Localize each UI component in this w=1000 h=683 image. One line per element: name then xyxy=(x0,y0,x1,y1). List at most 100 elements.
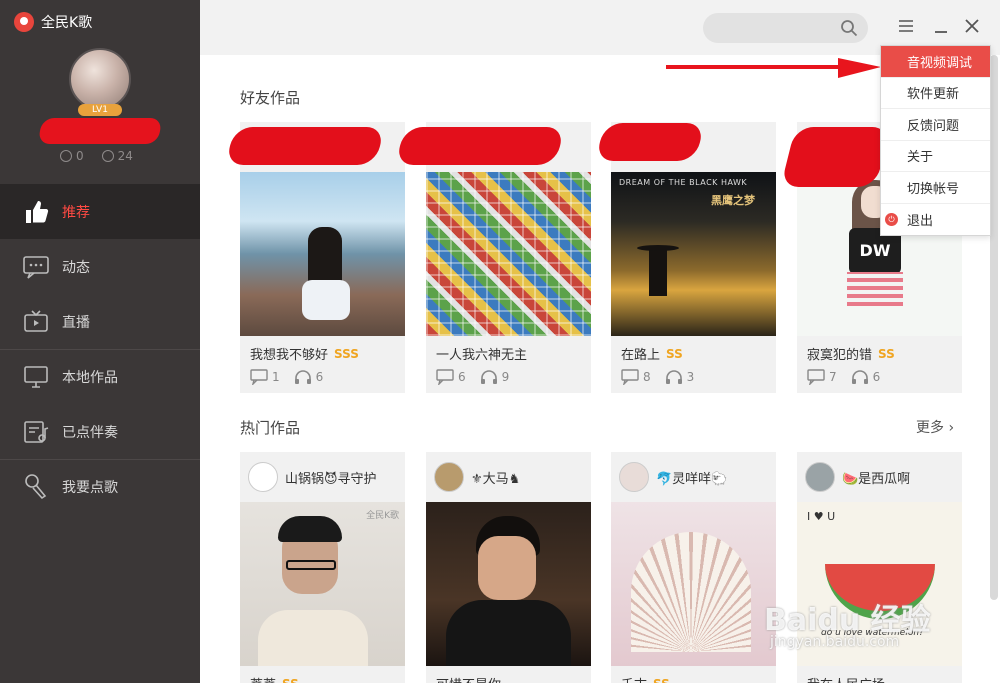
cover-image[interactable]: DREAM OF THE BLACK HAWK 黑鹰之梦 xyxy=(611,172,776,336)
card-header[interactable]: 🐬灵咩咩🐑 xyxy=(611,452,776,502)
redacted-username xyxy=(595,123,705,161)
headphones-icon xyxy=(294,370,311,384)
menu-item-about[interactable]: 关于 xyxy=(881,141,990,172)
sidebar-item-local-works[interactable]: 本地作品 xyxy=(0,349,200,404)
card-title[interactable]: 我在人民广场 xyxy=(797,666,962,683)
avatar[interactable] xyxy=(805,462,835,492)
grade-badge: SS xyxy=(282,677,299,683)
menu-icon[interactable] xyxy=(897,17,915,35)
comments: 6 xyxy=(436,369,466,385)
stat-b[interactable]: 24 xyxy=(101,149,133,163)
card-title[interactable]: 寂寞犯的错 SS xyxy=(797,336,962,364)
card-title[interactable]: 可惜不是你 xyxy=(426,666,591,683)
menu-item-quit[interactable]: ⏻ 退出 xyxy=(881,204,990,236)
more-label: 更多 xyxy=(916,420,944,436)
listen-count: 6 xyxy=(315,370,324,384)
hot-card-2[interactable]: ⚜大马♞ 可惜不是你 xyxy=(426,452,591,683)
username: 山锅锅😈寻守护 xyxy=(285,471,377,487)
redacted-username xyxy=(780,127,891,187)
avatar[interactable] xyxy=(248,462,278,492)
headphones-icon xyxy=(480,370,497,384)
card-title[interactable]: 一人我六神无主 xyxy=(426,336,591,363)
app-logo-icon xyxy=(14,12,34,32)
listens: 6 xyxy=(851,369,881,385)
user-avatar[interactable] xyxy=(69,48,131,110)
more-link[interactable]: 更多 › xyxy=(916,417,954,437)
sidebar: 全民K歌 LV1 0 24 推荐 动态 直播 本地作品 已点伴奏 我要点歌 xyxy=(0,0,200,683)
cover-image[interactable]: 全民K歌 xyxy=(240,502,405,666)
stat-a[interactable]: 0 xyxy=(60,149,84,163)
listens: 3 xyxy=(665,369,695,385)
cover-image[interactable] xyxy=(426,172,591,336)
song-title: 我想我不够好 xyxy=(250,348,329,363)
menu-item-feedback[interactable]: 反馈问题 xyxy=(881,109,990,141)
user-stats: 0 24 xyxy=(60,149,133,163)
friend-card-3[interactable]: DREAM OF THE BLACK HAWK 黑鹰之梦 在路上 SS 8 3 xyxy=(611,122,776,393)
grade-badge: SS xyxy=(653,677,670,683)
hot-section-title: 热门作品 xyxy=(240,419,301,437)
album-title-en: DREAM OF THE BLACK HAWK xyxy=(619,178,748,187)
sidebar-item-label: 已点伴奏 xyxy=(62,424,118,441)
comment-icon xyxy=(621,369,639,385)
sidebar-item-label: 推荐 xyxy=(62,204,90,221)
avatar[interactable] xyxy=(619,462,649,492)
scrollbar[interactable] xyxy=(990,55,998,600)
hot-card-1[interactable]: 山锅锅😈寻守护 全民K歌 莘莘 SS xyxy=(240,452,405,683)
card-header[interactable]: ⚜大马♞ xyxy=(426,452,591,502)
user-name-redacted xyxy=(37,118,163,144)
album-title-cn: 黑鹰之梦 xyxy=(711,194,755,207)
baidu-watermark-url: jingyan.baidu.com xyxy=(770,634,900,650)
sidebar-item-feed[interactable]: 动态 xyxy=(0,239,200,294)
comment-count: 6 xyxy=(458,370,466,384)
power-icon: ⏻ xyxy=(885,212,898,226)
sidebar-item-live[interactable]: 直播 xyxy=(0,294,200,349)
song-title: 我在人民广场 xyxy=(807,674,885,683)
card-meta: 8 3 xyxy=(611,363,776,393)
microphone-icon xyxy=(22,473,50,501)
main-content: 好友作品 我想我不够好 SSS 1 6 一人我六神无主 6 9 DREAM OF … xyxy=(200,55,988,683)
comment-count: 8 xyxy=(643,370,651,384)
sidebar-item-recommend[interactable]: 推荐 xyxy=(0,184,200,239)
card-title[interactable]: 在路上 SS xyxy=(611,336,776,364)
card-header[interactable]: 山锅锅😈寻守护 xyxy=(240,452,405,502)
card-meta: 7 6 xyxy=(797,363,962,393)
card-meta: 1 6 xyxy=(240,363,405,393)
menu-item-update[interactable]: 软件更新 xyxy=(881,78,990,109)
redacted-username xyxy=(395,127,565,165)
card-title[interactable]: 我想我不够好 SSS xyxy=(240,336,405,364)
menu-item-label: 退出 xyxy=(907,213,934,229)
listen-count: 6 xyxy=(872,370,881,384)
menu-item-switch-account[interactable]: 切换帐号 xyxy=(881,172,990,204)
avatar[interactable] xyxy=(434,462,464,492)
hot-card-3[interactable]: 🐬灵咩咩🐑 千古 SS xyxy=(611,452,776,683)
close-icon[interactable] xyxy=(963,17,981,35)
song-title: 可惜不是你 xyxy=(436,674,501,683)
minimize-icon[interactable] xyxy=(932,17,950,35)
cover-image[interactable] xyxy=(240,172,405,336)
card-title[interactable]: 莘莘 SS xyxy=(240,666,405,683)
comments: 8 xyxy=(621,369,651,385)
kge-watermark: 全民K歌 xyxy=(366,511,399,521)
baidu-watermark: Baidu 经验 xyxy=(764,603,931,638)
monitor-icon xyxy=(22,363,50,391)
sidebar-item-accompaniment[interactable]: 已点伴奏 xyxy=(0,404,200,459)
listen-count: 9 xyxy=(501,370,510,384)
search-icon[interactable] xyxy=(840,19,858,37)
sidebar-item-label: 直播 xyxy=(62,314,90,331)
fans-icon xyxy=(101,150,114,162)
sidebar-item-request-song[interactable]: 我要点歌 xyxy=(0,459,200,514)
sidebar-item-label: 动态 xyxy=(62,259,90,276)
search-input[interactable] xyxy=(703,13,868,43)
cover-image[interactable] xyxy=(426,502,591,666)
song-title: 千古 xyxy=(621,674,647,683)
listen-count: 3 xyxy=(686,370,695,384)
username: 🐬灵咩咩🐑 xyxy=(656,471,728,487)
card-title[interactable]: 千古 SS xyxy=(611,666,776,683)
cover-image[interactable] xyxy=(611,502,776,666)
menu-item-av-debug[interactable]: 音视频调试 xyxy=(881,46,990,78)
card-header[interactable]: 🍉是西瓜啊 xyxy=(797,452,962,502)
coin-icon xyxy=(60,150,72,162)
comment-count: 7 xyxy=(829,370,837,384)
sidebar-nav: 推荐 动态 直播 本地作品 已点伴奏 我要点歌 xyxy=(0,184,200,514)
main-menu-dropdown: 音视频调试 软件更新 反馈问题 关于 切换帐号 ⏻ 退出 xyxy=(880,45,991,236)
